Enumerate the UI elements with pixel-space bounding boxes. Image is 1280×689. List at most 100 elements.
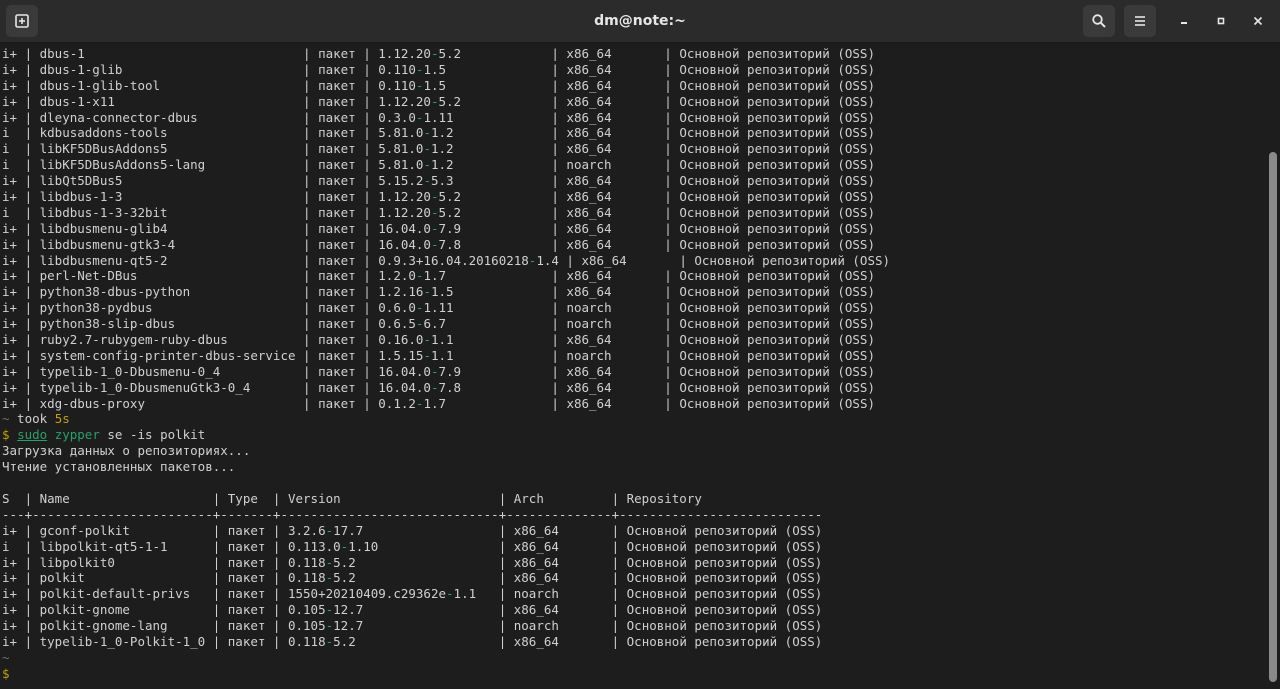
table-row: i+ | libpolkit0 | пакет | 0.118-5.2 | x8…: [2, 555, 1266, 571]
table-row: i+ | polkit | пакет | 0.118-5.2 | x86_64…: [2, 570, 1266, 586]
close-button[interactable]: [1246, 9, 1270, 33]
package-cell: i+ | dbus-1-glib | пакет | 0.110: [2, 61, 416, 77]
close-icon: [1253, 16, 1263, 26]
package-cell: i+ | polkit-gnome-lang | пакет | 0.105: [2, 618, 326, 634]
final-prompt-tilde: ~: [2, 650, 1266, 666]
version-separator: -: [325, 602, 334, 618]
header-bar: dm@note:~: [0, 0, 1280, 43]
package-cell: 1.1 | noarch | Основной репозиторий (OSS…: [430, 347, 875, 363]
terminal-fragment: [10, 427, 18, 442]
search-icon: [1092, 14, 1106, 28]
package-cell: 6.7 | noarch | Основной репозиторий (OSS…: [423, 316, 875, 332]
package-cell: 7.9 | x86_64 | Основной репозиторий (OSS…: [438, 363, 876, 379]
status-line: Чтение установленных пакетов...: [2, 459, 1266, 475]
package-cell: 1.1 | x86_64 | Основной репозиторий (OSS…: [430, 332, 875, 348]
final-prompt: $: [2, 666, 1266, 682]
version-separator: -: [325, 554, 334, 570]
package-cell: i+ | dbus-1-glib-tool | пакет | 0.110: [2, 77, 416, 93]
table-separator: ---+------------------------+-------+---…: [2, 507, 1266, 523]
version-separator: -: [430, 46, 439, 61]
table-row: i+ | dbus-1 | пакет | 1.12.20-5.2 | x86_…: [2, 46, 1266, 62]
new-tab-icon: [15, 14, 29, 28]
maximize-icon: [1217, 17, 1225, 25]
package-cell: i+ | python38-pydbus | пакет | 0.6.0: [2, 300, 416, 316]
menu-button[interactable]: [1124, 5, 1156, 37]
package-cell: i+ | gconf-polkit | пакет | 3.2.6: [2, 522, 326, 538]
table-row: i+ | libdbusmenu-gtk3-4 | пакет | 16.04.…: [2, 237, 1266, 253]
package-cell: 1.5 | x86_64 | Основной репозиторий (OSS…: [423, 77, 875, 93]
status-text: Загрузка данных о репозиториях...: [2, 443, 251, 459]
package-cell: i+ | libdbusmenu-qt5-2 | пакет | 0.9.3+1…: [2, 252, 529, 268]
prompt-dollar: $: [2, 665, 10, 681]
table-header-text: S | Name | Type | Version | Arch | Repos…: [2, 490, 702, 506]
package-cell: 5.2 | x86_64 | Основной репозиторий (OSS…: [438, 204, 876, 220]
table-row: i+ | libdbus-1-3 | пакет | 1.12.20-5.2 |…: [2, 189, 1266, 205]
table-row: i+ | typelib-1_0-DbusmenuGtk3-0_4 | паке…: [2, 380, 1266, 396]
version-separator: -: [423, 173, 431, 189]
version-separator: -: [423, 141, 431, 157]
table-row: i+ | system-config-printer-dbus-service …: [2, 348, 1266, 364]
new-tab-button[interactable]: [6, 5, 38, 37]
package-cell: i+ | libdbusmenu-gtk3-4 | пакет | 16.04.…: [2, 236, 431, 252]
package-cell: i+ | typelib-1_0-DbusmenuGtk3-0_4 | паке…: [2, 379, 431, 395]
version-separator: -: [325, 522, 334, 538]
table-row: i+ | polkit-gnome | пакет | 0.105-12.7 |…: [2, 602, 1266, 618]
command-line: $ sudo zypper se -is polkit: [2, 427, 1266, 443]
package-cell: 17.7 | x86_64 | Основной репозиторий (OS…: [333, 522, 823, 538]
package-cell: 12.7 | x86_64 | Основной репозиторий (OS…: [333, 602, 823, 618]
package-cell: i+ | ruby2.7-rubygem-ruby-dbus | пакет |…: [2, 332, 424, 348]
took-time: 5s: [54, 411, 70, 427]
package-cell: 1.7 | x86_64 | Основной репозиторий (OSS…: [423, 268, 875, 284]
version-separator: -: [430, 379, 439, 395]
terminal-output[interactable]: i+ | dbus-1 | пакет | 1.12.20-5.2 | x86_…: [0, 44, 1266, 689]
table-row: i+ | libQt5DBus5 | пакет | 5.15.2-5.3 | …: [2, 173, 1266, 189]
version-separator: -: [430, 189, 439, 205]
table-row: i | libKF5DBusAddons5 | пакет | 5.81.0-1…: [2, 141, 1266, 157]
package-cell: 1.4 | x86_64 | Основной репозиторий (OSS…: [536, 252, 891, 268]
scrollbar[interactable]: [1266, 44, 1280, 689]
package-cell: i+ | typelib-1_0-Polkit-1_0 | пакет | 0.…: [2, 633, 326, 649]
package-cell: i+ | polkit-gnome | пакет | 0.105: [2, 602, 326, 618]
table-row: i+ | python38-dbus-python | пакет | 1.2.…: [2, 284, 1266, 300]
version-separator: -: [430, 236, 439, 252]
scrollbar-thumb[interactable]: [1269, 152, 1277, 682]
minimize-button[interactable]: [1172, 9, 1196, 33]
minimize-icon: [1181, 22, 1187, 24]
package-cell: i+ | libdbusmenu-glib4 | пакет | 16.04.0: [2, 220, 431, 236]
package-cell: i+ | dbus-1-x11 | пакет | 1.12.20: [2, 93, 431, 109]
status-line: Загрузка данных о репозиториях...: [2, 443, 1266, 459]
package-cell: 5.2 | x86_64 | Основной репозиторий (OSS…: [333, 554, 823, 570]
version-separator: -: [325, 570, 334, 586]
package-cell: i+ | system-config-printer-dbus-service …: [2, 347, 424, 363]
separator-text: ---+------------------------+-------+---…: [2, 506, 823, 522]
search-button[interactable]: [1083, 5, 1115, 37]
package-cell: i | libdbus-1-3-32bit | пакет | 1.12.20: [2, 204, 431, 220]
package-cell: 12.7 | noarch | Основной репозиторий (OS…: [333, 618, 823, 634]
package-cell: 1.5 | x86_64 | Основной репозиторий (OSS…: [423, 61, 875, 77]
table-row: i+ | gconf-polkit | пакет | 3.2.6-17.7 |…: [2, 523, 1266, 539]
prompt-tilde: ~: [2, 649, 10, 665]
package-cell: i+ | libQt5DBus5 | пакет | 5.15.2: [2, 173, 424, 189]
package-cell: 7.8 | x86_64 | Основной репозиторий (OSS…: [438, 236, 876, 252]
package-cell: 1.11 | noarch | Основной репозиторий (OS…: [423, 300, 875, 316]
package-cell: i+ | libdbus-1-3 | пакет | 1.12.20: [2, 189, 431, 205]
table-row: i+ | python38-pydbus | пакет | 0.6.0-1.1…: [2, 300, 1266, 316]
package-cell: 7.8 | x86_64 | Основной репозиторий (OSS…: [438, 379, 876, 395]
version-separator: -: [325, 633, 334, 649]
status-text: Чтение установленных пакетов...: [2, 459, 236, 475]
package-cell: i+ | polkit | пакет | 0.118: [2, 570, 326, 586]
prompt-dollar: $: [2, 427, 10, 443]
package-cell: 1.10 | x86_64 | Основной репозиторий (OS…: [348, 538, 823, 554]
maximize-button[interactable]: [1209, 9, 1233, 33]
table-row: i+ | dbus-1-x11 | пакет | 1.12.20-5.2 | …: [2, 94, 1266, 110]
hamburger-menu-icon: [1135, 16, 1145, 26]
package-cell: 5.2 | x86_64 | Основной репозиторий (OSS…: [438, 93, 876, 109]
package-cell: 1.2 | x86_64 | Основной репозиторий (OSS…: [430, 125, 875, 141]
package-cell: i | libKF5DBusAddons5 | пакет | 5.81.0: [2, 141, 424, 157]
package-cell: 5.2 | x86_64 | Основной репозиторий (OSS…: [438, 46, 876, 61]
package-cell: 5.2 | x86_64 | Основной репозиторий (OSS…: [333, 633, 823, 649]
command-args: se -is polkit: [99, 427, 206, 443]
package-cell: i+ | polkit-default-privs | пакет | 1550…: [2, 586, 447, 602]
package-cell: i+ | xdg-dbus-proxy | пакет | 0.1.2: [2, 395, 416, 411]
